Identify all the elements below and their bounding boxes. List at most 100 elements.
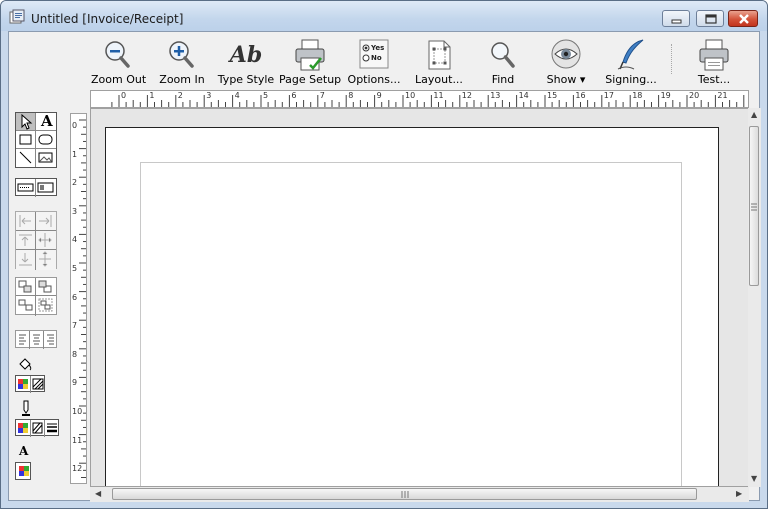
- ruler-label: 1: [72, 149, 78, 159]
- ungroup-button[interactable]: [36, 296, 56, 316]
- ruler-label: 9: [376, 91, 382, 100]
- align-bottom-button[interactable]: [16, 250, 36, 270]
- zoom-in-label: Zoom In: [159, 73, 205, 86]
- color-swatch-icon: [18, 379, 28, 389]
- ruler-label: 12: [72, 464, 83, 474]
- align-right-icon: [39, 215, 52, 227]
- arrow-pointer-icon: [21, 113, 33, 130]
- text-color-group: [15, 462, 31, 480]
- find-button[interactable]: Find: [483, 38, 523, 90]
- vertical-scroll-thumb[interactable]: [749, 126, 759, 286]
- layout-button[interactable]: Layout...: [411, 38, 467, 90]
- field-tool-button[interactable]: [16, 179, 36, 197]
- scroll-up-arrow-icon[interactable]: ▲: [751, 110, 757, 119]
- pen-icon: [22, 400, 30, 416]
- text-tool-button[interactable]: A: [36, 112, 56, 131]
- design-canvas[interactable]: [90, 108, 749, 487]
- ruler-label: 20: [689, 91, 700, 100]
- bring-front-button[interactable]: [16, 278, 36, 296]
- text-color-icon: A: [19, 444, 29, 458]
- text-align-center-button[interactable]: [30, 331, 44, 349]
- text-align-left-button[interactable]: [16, 331, 30, 349]
- title-bar[interactable]: Untitled [Invoice/Receipt]: [1, 1, 767, 31]
- zoom-out-button[interactable]: Zoom Out: [91, 38, 146, 90]
- image-tool-button[interactable]: [36, 149, 56, 167]
- minimize-button[interactable]: [662, 10, 690, 27]
- fill-color-group: [15, 375, 46, 393]
- toolbar: Zoom Out Zoom In Ab Type Style Page Setu…: [9, 32, 759, 90]
- test-print-button[interactable]: Test...: [691, 38, 737, 90]
- printer-check-icon: [295, 39, 325, 71]
- scroll-down-arrow-icon[interactable]: ▼: [751, 474, 757, 483]
- layout-icon: [428, 40, 451, 70]
- close-button[interactable]: [728, 10, 758, 27]
- eye-icon: [551, 39, 581, 69]
- magnifier-icon: [491, 42, 515, 68]
- fill-color-button[interactable]: [16, 376, 31, 393]
- ruler-label: 5: [263, 91, 269, 100]
- text-color-button[interactable]: [16, 463, 32, 481]
- scroll-right-arrow-icon[interactable]: ▶: [736, 489, 742, 498]
- rounded-rectangle-icon: [38, 134, 53, 145]
- ruler-label: 12: [461, 91, 472, 100]
- zoom-in-button[interactable]: Zoom In: [155, 38, 209, 90]
- line-style-group: [15, 419, 60, 437]
- ruler-label: 21: [717, 91, 728, 100]
- line-pattern-button[interactable]: [31, 420, 45, 437]
- options-no-text: No: [371, 54, 382, 62]
- line-color-button[interactable]: [16, 420, 31, 437]
- vertical-ruler: 0 1 2 3 4 5 6 7 8 9 10 11 12: [70, 113, 87, 484]
- page-setup-button[interactable]: Page Setup: [279, 38, 341, 90]
- horizontal-scrollbar[interactable]: ◀ ▶: [90, 487, 749, 502]
- show-dropdown-button[interactable]: Show ▾: [543, 38, 589, 90]
- options-button[interactable]: Yes No Options...: [345, 38, 403, 90]
- align-top-button[interactable]: [16, 231, 36, 250]
- text-align-left-icon: [19, 334, 26, 345]
- ruler-label: 4: [72, 235, 78, 245]
- select-tool-button[interactable]: [16, 113, 36, 131]
- rectangle-tool-button[interactable]: [16, 131, 36, 149]
- window-title: Untitled [Invoice/Receipt]: [31, 12, 184, 26]
- align-center-v-button[interactable]: [36, 250, 56, 270]
- text-tool-icon: A: [41, 112, 53, 130]
- ruler-label: 17: [603, 91, 614, 100]
- horizontal-scroll-thumb[interactable]: [112, 488, 697, 500]
- line-pattern-icon: [32, 422, 43, 434]
- ruler-label: 8: [72, 349, 78, 359]
- line-tool-button[interactable]: [16, 149, 36, 167]
- align-top-icon: [19, 234, 32, 246]
- signing-button[interactable]: Signing...: [601, 38, 661, 90]
- signing-label: Signing...: [605, 73, 657, 86]
- line-icon: [19, 151, 32, 164]
- line-width-button[interactable]: [45, 420, 60, 437]
- pattern-swatch-icon: [32, 378, 44, 390]
- ruler-label: 2: [72, 178, 78, 188]
- toolbar-separator: [671, 44, 672, 74]
- draw-tools-group: A: [15, 112, 57, 168]
- image-icon: [38, 152, 53, 163]
- options-label: Options...: [347, 73, 401, 86]
- align-bottom-icon: [19, 253, 32, 266]
- scroll-left-arrow-icon[interactable]: ◀: [95, 489, 101, 498]
- maximize-button[interactable]: [696, 10, 724, 27]
- align-right-button[interactable]: [36, 212, 56, 231]
- page-setup-label: Page Setup: [279, 73, 342, 86]
- text-color-swatch-icon: [19, 466, 29, 476]
- send-to-back-icon: [38, 280, 52, 293]
- send-back-button[interactable]: [36, 278, 56, 296]
- align-left-button[interactable]: [16, 212, 36, 231]
- show-label: Show ▾: [546, 73, 586, 86]
- group-button[interactable]: [16, 296, 36, 316]
- rounded-rect-tool-button[interactable]: [36, 131, 56, 149]
- text-align-right-button[interactable]: [44, 331, 58, 349]
- label-field-tool-button[interactable]: [36, 179, 56, 197]
- page[interactable]: [105, 127, 719, 486]
- horizontal-ruler: 0 1 2 3 4 5 6 7 8 9 10 11 12 13 14 15 16 17 18 19 20 21: [90, 90, 749, 108]
- align-center-h-button[interactable]: [36, 231, 56, 250]
- vertical-scrollbar[interactable]: ▲ ▼: [748, 108, 761, 487]
- fill-pattern-button[interactable]: [31, 376, 46, 393]
- test-label: Test...: [697, 73, 731, 86]
- ungroup-icon: [38, 298, 53, 312]
- type-style-button[interactable]: Ab Type Style: [215, 38, 277, 90]
- align-left-icon: [19, 215, 31, 227]
